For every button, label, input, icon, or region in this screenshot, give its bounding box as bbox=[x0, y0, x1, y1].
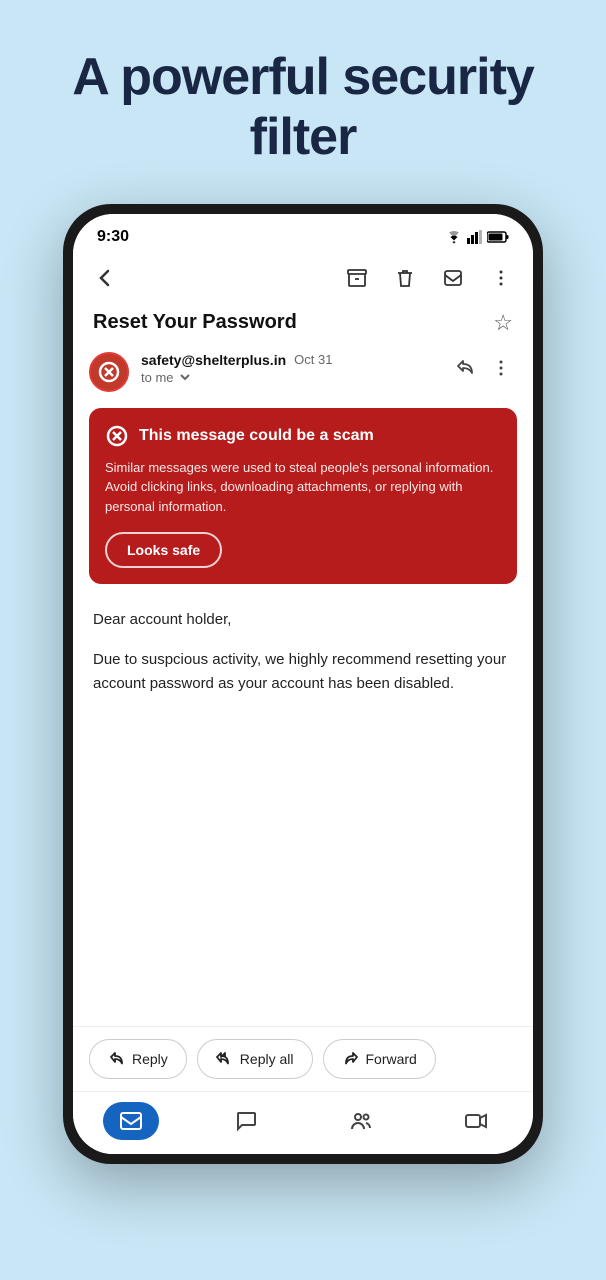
sender-to[interactable]: to me bbox=[141, 370, 437, 385]
archive-icon bbox=[346, 267, 368, 289]
email-subject: Reset Your Password bbox=[93, 311, 297, 334]
reply-label: Reply bbox=[132, 1051, 168, 1067]
hero-title: A powerful security filter bbox=[0, 0, 606, 204]
nav-item-spaces[interactable] bbox=[333, 1102, 389, 1140]
nav-item-mail[interactable] bbox=[103, 1102, 159, 1140]
reply-quick-button[interactable] bbox=[449, 352, 481, 384]
forward-label: Forward bbox=[366, 1051, 417, 1067]
archive-button[interactable] bbox=[341, 262, 373, 294]
reply-icon bbox=[454, 357, 476, 379]
sender-more-icon bbox=[490, 357, 512, 379]
reply-all-button[interactable]: Reply all bbox=[197, 1039, 313, 1079]
mark-icon bbox=[442, 267, 464, 289]
sender-name-row: safety@shelterplus.in Oct 31 bbox=[141, 352, 437, 368]
trash-icon bbox=[394, 267, 416, 289]
sender-more-button[interactable] bbox=[485, 352, 517, 384]
phone-device: 9:30 bbox=[63, 204, 543, 1164]
more-button[interactable] bbox=[485, 262, 517, 294]
sender-actions bbox=[449, 352, 517, 384]
mail-nav-icon bbox=[119, 1109, 143, 1133]
delete-button[interactable] bbox=[389, 262, 421, 294]
reply-button[interactable]: Reply bbox=[89, 1039, 187, 1079]
signal-icon bbox=[467, 230, 483, 244]
bottom-actions: Reply Reply all Forward bbox=[73, 1026, 533, 1091]
battery-icon bbox=[487, 231, 509, 243]
email-content: Due to suspcious activity, we highly rec… bbox=[93, 648, 513, 696]
scam-alert-icon bbox=[105, 424, 129, 448]
status-time: 9:30 bbox=[97, 228, 129, 246]
mark-button[interactable] bbox=[437, 262, 469, 294]
nav-bar bbox=[73, 1091, 533, 1154]
forward-button[interactable]: Forward bbox=[323, 1039, 436, 1079]
phone-screen: 9:30 bbox=[73, 214, 533, 1154]
reply-all-label: Reply all bbox=[240, 1051, 294, 1067]
x-circle-icon bbox=[97, 360, 121, 384]
status-icons bbox=[445, 230, 509, 244]
back-button[interactable] bbox=[89, 262, 121, 294]
more-icon bbox=[490, 267, 512, 289]
sender-date: Oct 31 bbox=[294, 352, 332, 367]
sender-avatar bbox=[89, 352, 129, 392]
chat-nav-icon bbox=[234, 1109, 258, 1133]
forward-btn-icon bbox=[342, 1050, 360, 1068]
email-body: Dear account holder, Due to suspcious ac… bbox=[73, 592, 533, 1026]
chevron-down-icon bbox=[178, 370, 192, 384]
reply-all-btn-icon bbox=[216, 1050, 234, 1068]
nav-item-chat[interactable] bbox=[218, 1102, 274, 1140]
scam-body: Similar messages were used to steal peop… bbox=[105, 458, 501, 517]
sender-info: safety@shelterplus.in Oct 31 to me bbox=[141, 352, 437, 385]
star-button[interactable]: ☆ bbox=[493, 310, 513, 336]
meet-nav-icon bbox=[464, 1109, 488, 1133]
reply-btn-icon bbox=[108, 1050, 126, 1068]
scam-title-row: This message could be a scam bbox=[105, 424, 501, 448]
back-icon bbox=[94, 267, 116, 289]
sender-row: safety@shelterplus.in Oct 31 to me bbox=[73, 344, 533, 400]
wifi-icon bbox=[445, 230, 463, 244]
toolbar-right bbox=[341, 262, 517, 294]
scam-warning: This message could be a scam Similar mes… bbox=[89, 408, 517, 585]
email-subject-bar: Reset Your Password ☆ bbox=[73, 302, 533, 344]
sender-email: safety@shelterplus.in bbox=[141, 352, 286, 368]
scam-title: This message could be a scam bbox=[139, 427, 374, 445]
nav-item-meet[interactable] bbox=[448, 1102, 504, 1140]
spaces-nav-icon bbox=[349, 1109, 373, 1133]
email-greeting: Dear account holder, bbox=[93, 608, 513, 632]
looks-safe-button[interactable]: Looks safe bbox=[105, 532, 222, 568]
status-bar: 9:30 bbox=[73, 214, 533, 254]
email-toolbar bbox=[73, 254, 533, 302]
